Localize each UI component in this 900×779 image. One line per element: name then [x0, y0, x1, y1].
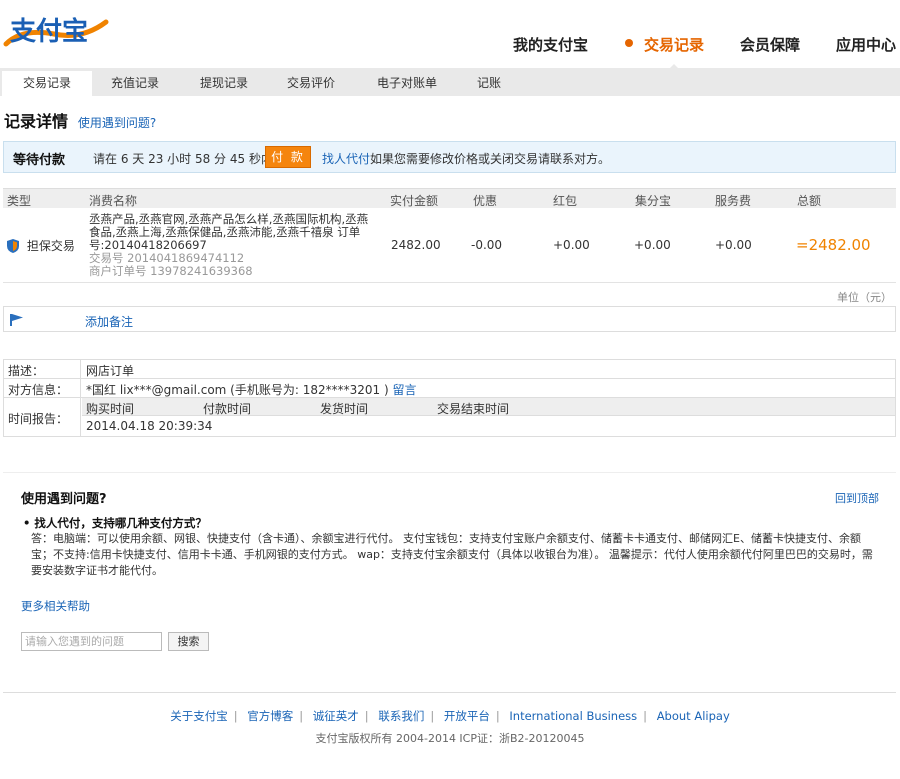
title-row: 记录详情 使用遇到问题? — [4, 108, 156, 134]
trade-status: 等待付款 — [13, 153, 66, 168]
back-to-top-link[interactable]: 回到顶部 — [835, 490, 879, 506]
nav-app-center[interactable]: 应用中心 — [836, 34, 896, 55]
footer-separator: | — [643, 709, 648, 723]
help-search-input[interactable] — [21, 632, 162, 651]
remark-bar: 添加备注 — [3, 306, 896, 332]
nav-trade-records-label: 交易记录 — [643, 36, 704, 54]
party-value: *国红 lix***@gmail.com (手机账号为: 182****3201… — [86, 381, 417, 398]
col-type: 类型 — [7, 194, 32, 208]
time-col-buy: 购买时间 — [86, 402, 135, 416]
copyright: 支付宝版权所有 2004-2014 ICP证：浙B2-20120045 — [315, 732, 585, 745]
add-remark-link[interactable]: 添加备注 — [85, 313, 133, 330]
time-label: 时间报告： — [4, 398, 81, 436]
alipay-logo[interactable]: 支付宝 — [2, 10, 112, 56]
flag-icon — [10, 314, 23, 326]
unit-label: 单位（元） — [837, 291, 892, 304]
party-text: *国红 lix***@gmail.com (手机账号为: 182****3201… — [86, 383, 389, 397]
footer-link-jobs[interactable]: 诚征英才 — [313, 709, 359, 723]
type-cell: 担保交易 — [7, 237, 75, 254]
footer-separator: | — [299, 709, 304, 723]
footer-separator: | — [495, 709, 500, 723]
info-row-party: 对方信息： *国红 lix***@gmail.com (手机账号为: 182**… — [4, 379, 895, 398]
footer-link-contact[interactable]: 联系我们 — [378, 709, 424, 723]
footer-divider — [3, 692, 896, 693]
col-name: 消费名称 — [89, 194, 138, 208]
col-total: 总额 — [797, 194, 822, 208]
search-button[interactable]: 搜索 — [168, 632, 209, 651]
col-discount: 优惠 — [473, 194, 498, 208]
trade-type: 担保交易 — [26, 239, 75, 253]
table-header: 类型 消费名称 实付金额 优惠 红包 集分宝 服务费 总额 — [3, 188, 896, 208]
col-amount: 实付金额 — [390, 194, 439, 208]
help-title: 使用遇到问题? — [21, 492, 107, 507]
nav-member-protection[interactable]: 会员保障 — [740, 34, 800, 55]
table-row: 担保交易 丞燕产品,丞燕官网,丞燕产品怎么样,丞燕国际机构,丞燕食品,丞燕上海,… — [3, 208, 896, 283]
find-agent-pay-link[interactable]: 找人代付 — [322, 150, 370, 167]
col-jifen: 集分宝 — [635, 194, 672, 208]
shield-icon — [7, 238, 19, 253]
time-col-pay: 付款时间 — [203, 402, 252, 416]
countdown-text: 请在 6 天 23 小时 58 分 45 秒内 — [93, 152, 273, 166]
tab-trade-records[interactable]: 交易记录 — [2, 71, 92, 96]
footer-separator: | — [364, 709, 369, 723]
tab-trade-reviews[interactable]: 交易评价 — [270, 71, 352, 96]
active-dot-icon — [624, 39, 633, 47]
footer-links: 关于支付宝 | 官方博客 | 诚征英才 | 联系我们 | 开放平台 | Internati… — [0, 708, 900, 724]
info-row-desc: 描述： 网店订单 — [4, 360, 895, 379]
status-bar: 等待付款 请在 6 天 23 小时 58 分 45 秒内 付 款 找人代付 如果… — [3, 141, 896, 173]
svg-text:支付宝: 支付宝 — [10, 16, 88, 47]
nav-my-alipay[interactable]: 我的支付宝 — [513, 34, 588, 55]
desc-label: 描述： — [4, 360, 81, 378]
faq-answer: 答：电脑端：可以使用余额、网银、快捷支付（含卡通）、余额宝进行代付。 支付宝钱包… — [31, 532, 873, 577]
time-col-end: 交易结束时间 — [437, 402, 510, 416]
main-nav: 我的支付宝 交易记录 会员保障 应用中心 — [477, 34, 896, 70]
info-row-time: 时间报告： 购买时间 付款时间 发货时间 交易结束时间 2014.04.18 2… — [4, 398, 895, 436]
tab-recharge-records[interactable]: 充值记录 — [94, 71, 176, 96]
leave-message-link[interactable]: 留言 — [392, 383, 416, 397]
total-amount: =2482.00 — [796, 236, 871, 254]
footer-link-international[interactable]: International Business — [509, 709, 637, 723]
footer-link-blog[interactable]: 官方博客 — [247, 709, 293, 723]
col-redpacket: 红包 — [553, 194, 578, 208]
nav-trade-records[interactable]: 交易记录 — [624, 34, 704, 70]
time-col-ship: 发货时间 — [320, 402, 369, 416]
footer-separator: | — [430, 709, 435, 723]
divider — [3, 472, 896, 473]
product-name: 丞燕产品,丞燕官网,丞燕产品怎么样,丞燕国际机构,丞燕食品,丞燕上海,丞燕保健品… — [89, 212, 369, 252]
footer-separator: | — [233, 709, 238, 723]
info-table: 描述： 网店订单 对方信息： *国红 lix***@gmail.com (手机账… — [3, 359, 896, 437]
party-label: 对方信息： — [4, 379, 81, 397]
product-description: 丞燕产品,丞燕官网,丞燕产品怎么样,丞燕国际机构,丞燕食品,丞燕上海,丞燕保健品… — [89, 213, 379, 278]
page-title: 记录详情 — [4, 112, 69, 131]
sub-nav: 交易记录 充值记录 提现记录 交易评价 电子对账单 记账 — [0, 68, 900, 96]
tab-e-statement[interactable]: 电子对账单 — [360, 71, 454, 96]
tab-bookkeeping[interactable]: 记账 — [462, 71, 516, 96]
paid-amount: 2482.00 — [391, 238, 441, 252]
footer-link-open-platform[interactable]: 开放平台 — [444, 709, 490, 723]
fee-value: +0.00 — [715, 238, 752, 252]
tab-withdraw-records[interactable]: 提现记录 — [183, 71, 265, 96]
redpacket-value: +0.00 — [553, 238, 590, 252]
desc-value: 网店订单 — [86, 364, 135, 378]
discount-value: -0.00 — [471, 238, 503, 252]
status-note: 如果您需要修改价格或关闭交易请联系对方。 — [370, 152, 611, 166]
faq-question: • 找人代付，支持哪几种支付方式？ — [23, 516, 207, 530]
footer-link-about[interactable]: 关于支付宝 — [170, 709, 228, 723]
merchant-order-number: 商户订单号 13978241639368 — [89, 264, 253, 278]
col-fee: 服务费 — [715, 194, 752, 208]
pay-button[interactable]: 付 款 — [265, 146, 311, 168]
jifen-value: +0.00 — [634, 238, 671, 252]
time-header: 购买时间 付款时间 发货时间 交易结束时间 — [82, 398, 895, 416]
header: 支付宝 我的支付宝 交易记录 会员保障 应用中心 — [0, 0, 900, 70]
help-link[interactable]: 使用遇到问题? — [78, 116, 156, 130]
more-help-link[interactable]: 更多相关帮助 — [21, 598, 90, 614]
footer-link-about-alipay[interactable]: About Alipay — [657, 709, 730, 723]
buy-time-value: 2014.04.18 20:39:34 — [86, 419, 213, 433]
